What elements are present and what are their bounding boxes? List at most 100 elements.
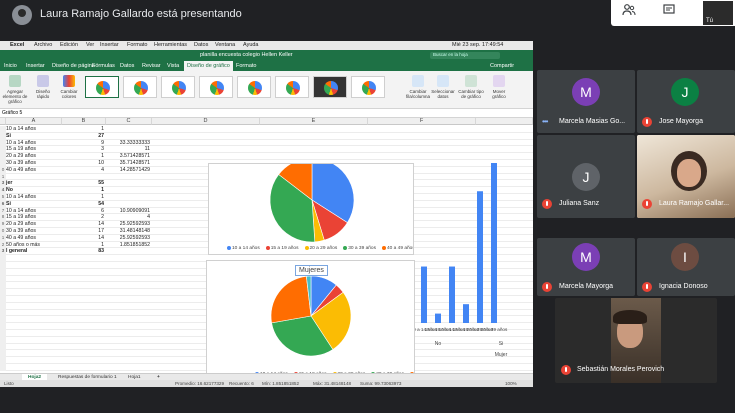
cell-a[interactable]: Si [6, 133, 11, 140]
menu-ayuda[interactable]: Ayuda [243, 42, 259, 48]
tab-insertar[interactable]: Insertar [26, 63, 45, 69]
tab-formulas[interactable]: Fórmulas [92, 63, 115, 69]
chart-style-8[interactable] [351, 76, 385, 98]
cell-a[interactable]: 40 a 49 años [6, 167, 36, 174]
cell-a[interactable]: 40 a 49 años [6, 235, 36, 242]
column-header[interactable]: F [368, 118, 476, 125]
cell-b[interactable]: 6 [62, 208, 104, 215]
change-chart-type-button[interactable]: Cambiar tipo de gráfico [458, 75, 484, 99]
tab-inicio[interactable]: Inicio [4, 63, 17, 69]
cell-c[interactable]: 3.571428571 [108, 153, 150, 160]
add-chart-element-button[interactable]: Agregar elemento de gráfico [2, 75, 28, 104]
menu-excel[interactable]: Excel [10, 42, 24, 48]
table-row[interactable]: 10 a 14 años 9 33.33333333 [0, 139, 533, 147]
row-number[interactable] [0, 364, 6, 371]
row-number[interactable] [0, 289, 6, 296]
spreadsheet-grid[interactable]: A B C D E F 10 a 14 años 1 Si 27 10 a 14 año… [0, 118, 533, 373]
participant-tile[interactable]: J Jose Mayorga [637, 70, 735, 133]
row-number[interactable] [0, 268, 6, 276]
menu-datos[interactable]: Datos [194, 42, 208, 48]
pie-chart-mujeres[interactable]: Mujeres 10 a 14 años15 a 19 años20 a 29 … [206, 260, 415, 373]
cell-b[interactable]: 14 [62, 235, 104, 242]
cell-a[interactable]: l general [6, 248, 27, 255]
cell-a[interactable]: 15 a 19 años [6, 146, 36, 153]
cell-c[interactable]: 4 [108, 214, 150, 221]
cell-b[interactable]: 1 [62, 194, 104, 201]
row-number[interactable] [0, 302, 6, 310]
cell-b[interactable]: 1 [62, 153, 104, 160]
tab-formato[interactable]: Formato [236, 63, 256, 69]
chart-style-5[interactable] [237, 76, 271, 98]
menu-ver[interactable]: Ver [86, 42, 94, 48]
quick-layout-button[interactable]: Diseño rápido [30, 75, 56, 99]
row-number[interactable] [0, 275, 6, 283]
column-header[interactable] [476, 118, 533, 125]
bar[interactable] [449, 266, 455, 323]
participant-tile[interactable]: J Juliana Sanz [537, 135, 635, 218]
cell-b[interactable]: 54 [62, 201, 104, 208]
cell-b[interactable]: 27 [62, 133, 104, 140]
name-box[interactable]: Gráfico 5 [0, 109, 533, 118]
row-number[interactable] [0, 350, 6, 358]
cell-a[interactable]: 30 a 39 años [6, 228, 36, 235]
cell-b[interactable]: 10 [62, 160, 104, 167]
menu-herramientas[interactable]: Herramientas [154, 42, 187, 48]
cell-c[interactable]: 14.28571429 [108, 167, 150, 174]
participant-tile[interactable]: M ••• Marcela Masias Go... [537, 70, 635, 133]
row-number[interactable] [0, 309, 6, 317]
pie-slice[interactable] [270, 275, 312, 324]
cell-a[interactable]: 20 a 29 años [6, 153, 36, 160]
column-header[interactable]: E [260, 118, 368, 125]
table-row[interactable]: 10 a 14 años 1 [0, 126, 533, 133]
change-colors-button[interactable]: Cambiar colores [56, 75, 82, 99]
cell-c[interactable]: 25.92592593 [108, 221, 150, 228]
chart-style-3[interactable] [161, 76, 195, 98]
table-row[interactable]: 20 a 29 años 1 3.571428571 [0, 153, 533, 160]
bar[interactable] [463, 304, 469, 323]
menu-archivo[interactable]: Archivo [34, 42, 52, 48]
menu-ventana[interactable]: Ventana [215, 42, 235, 48]
tab-diseno-pagina[interactable]: Diseño de página [52, 63, 95, 69]
row-number[interactable]: 1 [0, 173, 6, 181]
pie-chart-1[interactable]: 10 a 14 años 15 a 19 años 20 a 29 años 30 a… [208, 163, 414, 255]
cell-a[interactable]: No [6, 187, 13, 194]
row-number[interactable] [0, 330, 6, 337]
row-number[interactable] [0, 357, 6, 364]
cell-a[interactable]: 15 a 19 años [6, 214, 36, 221]
column-header[interactable]: B [62, 118, 106, 125]
bar[interactable] [421, 266, 427, 323]
bar[interactable] [491, 163, 497, 323]
cell-c[interactable]: 25.92592593 [108, 235, 150, 242]
search-sheet-input[interactable]: Buscar en la hoja [430, 52, 500, 59]
cell-b[interactable]: 83 [62, 248, 104, 255]
participant-tile[interactable]: I Ignacia Donoso [637, 238, 735, 296]
menu-formato[interactable]: Formato [127, 42, 147, 48]
cell-b[interactable]: 1 [62, 187, 104, 194]
column-header[interactable]: D [152, 118, 260, 125]
cell-a[interactable]: 50 años o más [6, 242, 40, 249]
share-button[interactable]: Compartir [490, 63, 514, 69]
cell-a[interactable]: jer [6, 180, 12, 187]
row-number[interactable] [0, 343, 6, 351]
menu-edicion[interactable]: Edición [60, 42, 78, 48]
bar-chart[interactable]: 10 a 14 años15 a 19 años10 a 14 años15 a… [415, 163, 533, 373]
chart-title[interactable]: Mujeres [295, 265, 328, 276]
participant-video-tile[interactable]: Laura Ramajo Gallar... [637, 135, 735, 218]
row-number[interactable] [0, 282, 6, 290]
chart-style-2[interactable] [123, 76, 157, 98]
cell-a[interactable]: 30 a 39 años [6, 160, 36, 167]
row-number[interactable] [0, 262, 6, 269]
cell-b[interactable]: 4 [62, 167, 104, 174]
bar[interactable] [435, 313, 441, 323]
participant-tile[interactable]: M Marcela Mayorga [537, 238, 635, 296]
column-header[interactable]: C [106, 118, 152, 125]
chat-icon[interactable] [661, 4, 677, 18]
column-header[interactable]: A [6, 118, 62, 125]
chart-style-4[interactable] [199, 76, 233, 98]
people-icon[interactable] [621, 4, 637, 18]
cell-c[interactable]: 11 [108, 146, 150, 153]
cell-b[interactable]: 2 [62, 214, 104, 221]
cell-b[interactable]: 1 [62, 242, 104, 249]
tab-diseno-grafico[interactable]: Diseño de gráfico [184, 61, 233, 71]
zoom-level[interactable]: 100% [505, 380, 517, 387]
